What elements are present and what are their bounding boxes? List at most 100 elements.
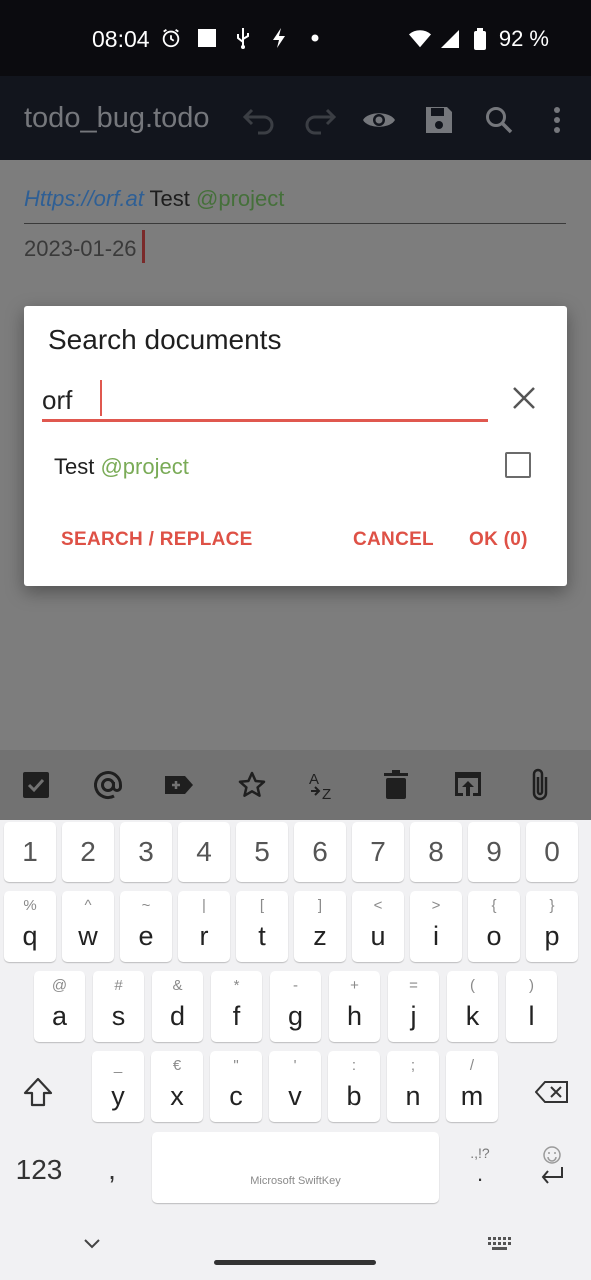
star-icon[interactable]	[233, 766, 271, 804]
key-label: 0	[544, 836, 560, 867]
key-v[interactable]: ' v	[269, 1051, 321, 1122]
key-g[interactable]: -g	[270, 971, 321, 1042]
key-w[interactable]: ^ w	[62, 891, 114, 962]
key-o[interactable]: {o	[468, 891, 520, 962]
key-8[interactable]: 8	[410, 822, 462, 882]
key-0[interactable]: 0	[526, 822, 578, 882]
key-label: u	[370, 921, 386, 951]
navigation-handle[interactable]	[214, 1260, 376, 1265]
key-alt-label: "	[233, 1057, 239, 1074]
backspace-key[interactable]	[526, 1067, 578, 1117]
keyboard-switch-key[interactable]	[484, 1232, 516, 1256]
save-icon[interactable]	[419, 100, 459, 140]
key-z[interactable]: ] z	[294, 891, 346, 962]
key-s[interactable]: # s	[93, 971, 144, 1042]
chevron-down-icon	[84, 1239, 100, 1249]
key-label: j	[410, 1001, 417, 1031]
key-alt-label: {	[491, 897, 497, 914]
search-result-item[interactable]: Test @project	[24, 442, 567, 492]
key-h[interactable]: + h	[329, 971, 380, 1042]
close-icon	[513, 387, 535, 409]
search-replace-button[interactable]: SEARCH / REPLACE	[61, 529, 253, 551]
shift-key[interactable]	[14, 1067, 62, 1117]
key-m[interactable]: / m	[446, 1051, 498, 1122]
key-r[interactable]: | r	[178, 891, 230, 962]
delete-icon[interactable]	[377, 766, 415, 804]
editor-link[interactable]: Https://orf.at	[24, 186, 144, 211]
key-alt-label: ^	[84, 897, 92, 914]
punctuation-key[interactable]: .,!? .	[462, 1138, 498, 1194]
key-6[interactable]: 6	[294, 822, 346, 882]
key-alt-label: €	[172, 1057, 182, 1074]
key-a[interactable]: @ a	[34, 971, 85, 1042]
key-label: 4	[196, 836, 212, 867]
key-y[interactable]: _ y	[92, 1051, 144, 1122]
numbers-key[interactable]: 123	[8, 1150, 70, 1190]
key-q[interactable]: % q	[4, 891, 56, 962]
key-x[interactable]: € x	[151, 1051, 203, 1122]
clear-search-button[interactable]	[506, 380, 542, 416]
at-icon[interactable]	[89, 766, 127, 804]
key-alt-label: ]	[317, 897, 323, 914]
search-icon[interactable]	[479, 100, 519, 140]
sort-az-icon[interactable]: AZ	[305, 766, 343, 804]
key-7[interactable]: 7	[352, 822, 404, 882]
key-u[interactable]: < u	[352, 891, 404, 962]
key-alt-label: :	[351, 1057, 357, 1074]
space-key[interactable]: Microsoft SwiftKey	[152, 1132, 439, 1203]
key-b[interactable]: :b	[328, 1051, 380, 1122]
more-vert-icon[interactable]	[537, 100, 577, 140]
enter-key[interactable]	[534, 1138, 570, 1194]
key-1[interactable]: 1	[4, 822, 56, 882]
key-label: 1	[22, 836, 38, 867]
key-l[interactable]: ) l	[506, 971, 557, 1042]
key-label: k	[465, 1001, 480, 1031]
key-label: r	[199, 921, 209, 951]
key-label: c	[229, 1081, 243, 1111]
key-j[interactable]: = j	[388, 971, 439, 1042]
key-k[interactable]: (k	[447, 971, 498, 1042]
key-e[interactable]: ~ e	[120, 891, 172, 962]
comma-key[interactable]: ,	[92, 1150, 132, 1190]
attachment-icon[interactable]	[521, 766, 559, 804]
key-c[interactable]: " c	[210, 1051, 262, 1122]
key-f[interactable]: * f	[211, 971, 262, 1042]
eye-icon[interactable]	[359, 100, 399, 140]
result-checkbox[interactable]	[505, 452, 531, 478]
soft-keyboard: 1234567890 % q ^ w ~ e | r[t] z < u > i{o} p @ a # s & d * f…	[0, 820, 591, 1280]
key-4[interactable]: 4	[178, 822, 230, 882]
key-d[interactable]: & d	[152, 971, 203, 1042]
space-key-label: Microsoft SwiftKey	[250, 1175, 341, 1187]
hide-keyboard-key[interactable]	[80, 1232, 104, 1256]
charging-bolt-icon	[268, 26, 290, 50]
key-label: p	[544, 921, 560, 951]
key-alt-label: '	[293, 1057, 297, 1074]
ok-button[interactable]: OK (0)	[469, 529, 528, 551]
input-cursor	[100, 380, 102, 416]
key-5[interactable]: 5	[236, 822, 288, 882]
key-t[interactable]: [t	[236, 891, 288, 962]
search-input[interactable]	[42, 378, 488, 422]
tag-add-icon[interactable]	[161, 766, 199, 804]
key-alt-label: [	[259, 897, 265, 914]
key-n[interactable]: ; n	[387, 1051, 439, 1122]
redo-icon[interactable]	[300, 100, 340, 140]
key-p[interactable]: } p	[526, 891, 578, 962]
key-label: y	[111, 1081, 125, 1111]
app-bar: todo_bug.todo	[0, 76, 591, 160]
key-i[interactable]: > i	[410, 891, 462, 962]
dot-icon	[304, 26, 326, 50]
checkbox-icon[interactable]	[17, 766, 55, 804]
key-9[interactable]: 9	[468, 822, 520, 882]
cancel-button[interactable]: CANCEL	[353, 529, 434, 551]
key-label: 2	[80, 836, 96, 867]
key-alt-label: ~	[141, 897, 151, 914]
key-3[interactable]: 3	[120, 822, 172, 882]
editor-divider	[24, 223, 566, 224]
key-2[interactable]: 2	[62, 822, 114, 882]
open-in-browser-icon[interactable]	[449, 766, 487, 804]
key-label: z	[313, 921, 327, 951]
undo-icon[interactable]	[239, 100, 279, 140]
editor-cursor	[142, 230, 145, 263]
key-alt-label: <	[373, 897, 383, 914]
